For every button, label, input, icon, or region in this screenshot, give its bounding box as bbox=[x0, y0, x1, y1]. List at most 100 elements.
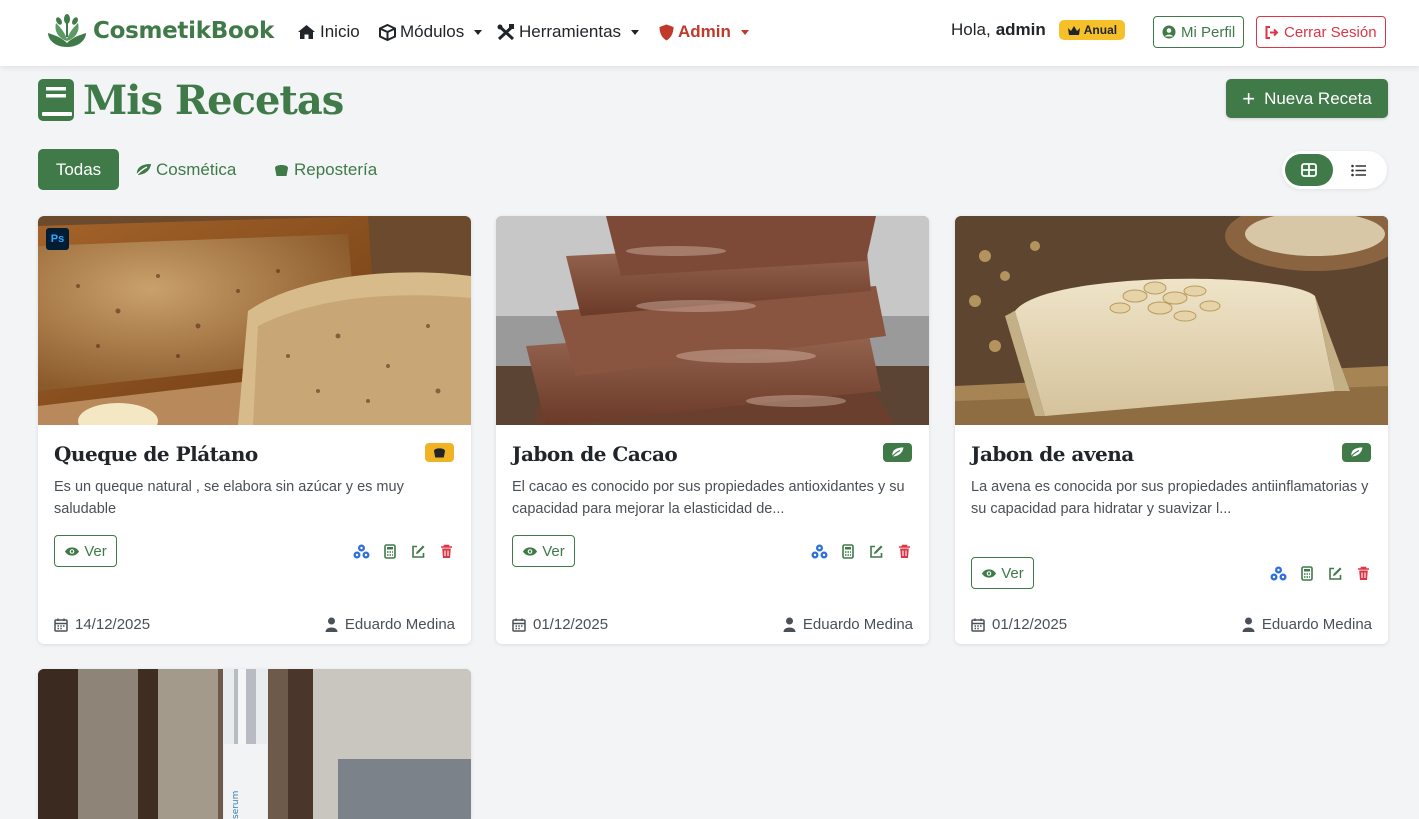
filter-reposteria[interactable]: Repostería bbox=[273, 149, 377, 190]
recipe-card: Ps Queque de Plátano Es un queque natura… bbox=[38, 216, 471, 644]
edit-icon[interactable] bbox=[1327, 565, 1344, 582]
brand-logo-icon bbox=[48, 14, 86, 47]
top-navbar: CosmetikBook Inicio Módulos Herramientas… bbox=[0, 0, 1419, 66]
nav-admin-label: Admin bbox=[678, 22, 731, 41]
ingredients-icon[interactable] bbox=[811, 543, 828, 560]
view-toggle bbox=[1282, 151, 1387, 189]
date-text: 01/12/2025 bbox=[992, 616, 1068, 633]
recipe-title[interactable]: Queque de Plátano bbox=[54, 442, 258, 466]
view-recipe-button[interactable]: Ver bbox=[512, 535, 575, 567]
home-icon bbox=[298, 25, 315, 39]
username: admin bbox=[995, 20, 1046, 39]
recipe-author: Eduardo Medina bbox=[325, 616, 455, 633]
new-recipe-button[interactable]: + Nueva Receta bbox=[1226, 79, 1388, 118]
category-badge-cosmetica bbox=[883, 443, 912, 462]
filter-cosmetica[interactable]: Cosmética bbox=[135, 149, 236, 190]
calculator-icon[interactable] bbox=[381, 543, 398, 560]
user-circle-icon bbox=[1162, 25, 1176, 39]
recipe-date: 14/12/2025 bbox=[54, 616, 150, 633]
delete-icon[interactable] bbox=[896, 543, 913, 560]
recipe-image-cacao-soap[interactable] bbox=[496, 216, 929, 425]
recipe-title[interactable]: Jabon de avena bbox=[971, 442, 1134, 466]
leaf-icon bbox=[1350, 447, 1363, 458]
category-badge-cosmetica bbox=[1342, 443, 1371, 462]
filter-reposteria-label: Repostería bbox=[294, 159, 378, 179]
filter-todas[interactable]: Todas bbox=[38, 149, 119, 190]
logout-label: Cerrar Sesión bbox=[1284, 23, 1377, 41]
list-view-button[interactable] bbox=[1334, 154, 1382, 186]
recipe-photo bbox=[38, 216, 471, 425]
user-icon bbox=[1242, 617, 1255, 632]
page-header: Mis Recetas bbox=[38, 76, 344, 124]
calculator-icon[interactable] bbox=[839, 543, 856, 560]
view-label: Ver bbox=[84, 542, 107, 560]
greeting-text: Hola, bbox=[951, 20, 991, 39]
date-text: 01/12/2025 bbox=[533, 616, 609, 633]
filter-cosmetica-label: Cosmética bbox=[156, 159, 237, 179]
category-badge-reposteria bbox=[425, 443, 454, 462]
chevron-down-icon bbox=[474, 29, 483, 35]
recipe-actions bbox=[341, 543, 455, 560]
brand-name: CosmetikBook bbox=[93, 18, 274, 44]
grid-icon bbox=[1301, 163, 1317, 177]
recipe-card: Jabon de avena La avena es conocida por … bbox=[955, 216, 1388, 644]
ingredients-icon[interactable] bbox=[1270, 565, 1287, 582]
shield-icon bbox=[659, 24, 674, 40]
recipe-card: Jabon de Cacao El cacao es conocido por … bbox=[496, 216, 929, 644]
recipe-image-serum-bottle[interactable]: serum bbox=[38, 669, 471, 819]
cake-icon bbox=[275, 164, 288, 176]
view-label: Ver bbox=[542, 542, 565, 560]
svg-text:serum: serum bbox=[231, 791, 241, 819]
nav-inicio-label: Inicio bbox=[320, 22, 360, 41]
author-text: Eduardo Medina bbox=[802, 616, 913, 633]
delete-icon[interactable] bbox=[438, 543, 455, 560]
recipe-footer: 01/12/2025 Eduardo Medina bbox=[971, 616, 1372, 633]
profile-button[interactable]: Mi Perfil bbox=[1153, 16, 1245, 48]
nav-modulos-label: Módulos bbox=[400, 22, 465, 41]
recipe-image-oat-soap[interactable] bbox=[955, 216, 1388, 425]
profile-label: Mi Perfil bbox=[1181, 23, 1236, 41]
recipe-actions bbox=[1258, 565, 1372, 582]
delete-icon[interactable] bbox=[1355, 565, 1372, 582]
ingredients-icon[interactable] bbox=[353, 543, 370, 560]
photoshop-icon: Ps bbox=[46, 228, 69, 250]
nav-modulos-dropdown[interactable]: Módulos bbox=[379, 20, 483, 44]
view-recipe-button[interactable]: Ver bbox=[54, 535, 117, 567]
plan-badge: Anual bbox=[1058, 20, 1126, 40]
list-icon bbox=[1350, 164, 1366, 176]
book-icon bbox=[38, 79, 74, 121]
user-icon bbox=[783, 617, 796, 632]
new-recipe-label: Nueva Receta bbox=[1264, 88, 1372, 108]
brand-link[interactable]: CosmetikBook bbox=[44, 13, 274, 49]
recipe-image-banana-bread[interactable]: Ps bbox=[38, 216, 471, 425]
cake-icon bbox=[434, 448, 445, 458]
crown-icon bbox=[1067, 25, 1080, 35]
page-title: Mis Recetas bbox=[83, 76, 344, 124]
edit-icon[interactable] bbox=[410, 543, 427, 560]
nav-herramientas-dropdown[interactable]: Herramientas bbox=[497, 20, 640, 44]
logout-button[interactable]: Cerrar Sesión bbox=[1256, 16, 1386, 48]
plan-label: Anual bbox=[1083, 23, 1118, 37]
recipe-date: 01/12/2025 bbox=[971, 616, 1067, 633]
recipe-author: Eduardo Medina bbox=[1242, 616, 1372, 633]
view-label: Ver bbox=[1001, 564, 1024, 582]
eye-icon bbox=[523, 546, 538, 556]
plus-icon: + bbox=[1242, 85, 1256, 111]
edit-icon[interactable] bbox=[868, 543, 885, 560]
author-text: Eduardo Medina bbox=[1261, 616, 1372, 633]
recipe-author: Eduardo Medina bbox=[783, 616, 913, 633]
recipe-date: 01/12/2025 bbox=[512, 616, 608, 633]
grid-view-button[interactable] bbox=[1285, 154, 1333, 186]
user-icon bbox=[325, 617, 338, 632]
recipe-title[interactable]: Jabon de Cacao bbox=[512, 442, 678, 466]
calculator-icon[interactable] bbox=[1298, 565, 1315, 582]
sign-out-icon bbox=[1265, 25, 1279, 39]
eye-icon bbox=[982, 568, 997, 578]
view-recipe-button[interactable]: Ver bbox=[971, 557, 1034, 589]
nav-herramientas-label: Herramientas bbox=[519, 22, 622, 41]
tools-icon bbox=[497, 23, 515, 40]
recipe-photo bbox=[496, 216, 929, 425]
recipe-actions bbox=[799, 543, 913, 560]
nav-admin-dropdown[interactable]: Admin bbox=[659, 20, 749, 44]
nav-inicio[interactable]: Inicio bbox=[297, 20, 360, 44]
